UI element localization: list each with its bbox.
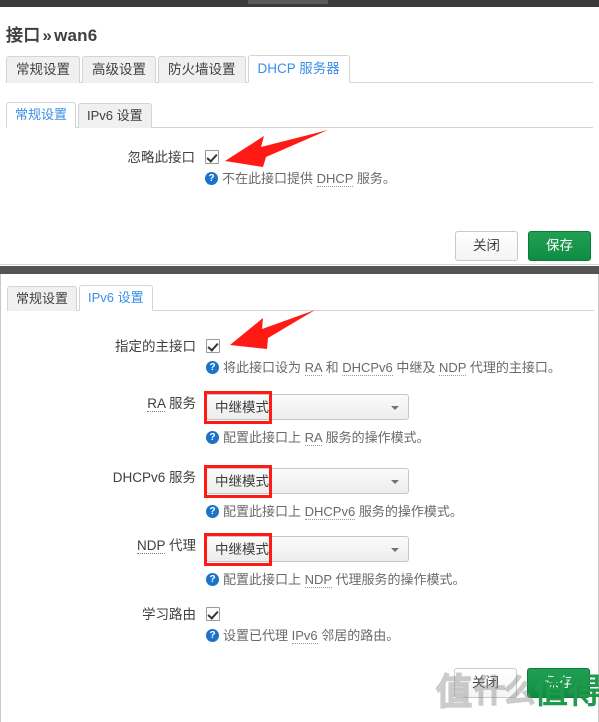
help-learn-routes: ? 设置已代理 IPv6 邻居的路由。 — [206, 627, 599, 644]
select-ndp-proxy-value: 中继模式 — [215, 542, 269, 557]
question-mark-icon: ? — [206, 573, 219, 586]
help-text-dhcpv6-service: 配置此接口上 DHCPv6 服务的操作模式。 — [223, 504, 463, 520]
secondary-tabbar-upper: 常规设置 IPv6 设置 — [6, 101, 593, 128]
top-page-seam — [0, 0, 599, 7]
breadcrumb-separator: » — [42, 26, 53, 45]
chevron-down-icon — [391, 406, 399, 410]
tab-advanced-settings[interactable]: 高级设置 — [82, 56, 156, 83]
upper-form-area: 忽略此接口 ? 不在此接口提供 DHCP 服务。 — [0, 148, 599, 187]
label-learn-routes: 学习路由 — [142, 607, 196, 622]
row-dhcpv6-service: DHCPv6 服务 中继模式 ? 配置此接口上 DHCPv6 服务的操作模式。 — [1, 465, 599, 520]
help-ignore-interface: ? 不在此接口提供 DHCP 服务。 — [205, 170, 599, 187]
tab-general-settings[interactable]: 常规设置 — [6, 56, 80, 83]
help-master-interface: ? 将此接口设为 RA 和 DHCPv6 中继及 NDP 代理的主接口。 — [206, 359, 599, 376]
help-ra-service: ? 配置此接口上 RA 服务的操作模式。 — [206, 429, 599, 446]
save-button-lower[interactable]: 保存 — [527, 668, 590, 698]
chevron-down-icon — [391, 480, 399, 484]
row-wrap-dhcpv6-service: DHCPv6 服务 中继模式 ? 配置此接口上 DHCPv6 服务的操作模式。 — [1, 465, 599, 520]
subtab-ipv6-settings-upper[interactable]: IPv6 设置 — [78, 103, 152, 128]
close-button-lower[interactable]: 关闭 — [454, 668, 517, 698]
upper-button-bar: 关闭 保存 — [455, 231, 591, 261]
page-title-prefix: 接口 — [6, 26, 41, 45]
tab-dhcp-server[interactable]: DHCP 服务器 — [247, 55, 350, 83]
help-text-ignore-interface: 不在此接口提供 DHCP 服务。 — [222, 170, 396, 187]
help-dhcpv6-service: ? 配置此接口上 DHCPv6 服务的操作模式。 — [206, 503, 599, 520]
field-master-interface: ? 将此接口设为 RA 和 DHCPv6 中继及 NDP 代理的主接口。 — [206, 337, 599, 376]
checkbox-ignore-interface[interactable] — [205, 149, 219, 164]
upper-capture-panel: 接口» wan6 常规设置 高级设置 防火墙设置 DHCP 服务器 常规设置 IP… — [0, 7, 599, 265]
field-ra-service: 中继模式 ? 配置此接口上 RA 服务的操作模式。 — [204, 391, 599, 446]
row-wrap-ndp-proxy: NDP 代理 中继模式 ? 配置此接口上 NDP 代理服务的操作模式。 — [1, 533, 599, 588]
primary-tabbar: 常规设置 高级设置 防火墙设置 DHCP 服务器 — [6, 55, 593, 83]
subtab-ipv6-settings-lower[interactable]: IPv6 设置 — [79, 285, 153, 311]
select-dhcpv6-service[interactable]: 中继模式 — [204, 465, 409, 498]
save-button-upper[interactable]: 保存 — [528, 231, 591, 261]
help-text-ra-service: 配置此接口上 RA 服务的操作模式。 — [223, 430, 430, 446]
row-ndp-proxy: NDP 代理 中继模式 ? 配置此接口上 NDP 代理服务的操作模式。 — [1, 533, 599, 588]
field-ndp-proxy: 中继模式 ? 配置此接口上 NDP 代理服务的操作模式。 — [204, 533, 599, 588]
select-ra-service[interactable]: 中继模式 — [204, 391, 409, 424]
capture-separator-band — [0, 266, 599, 274]
row-ignore-interface: 忽略此接口 ? 不在此接口提供 DHCP 服务。 — [0, 148, 599, 187]
question-mark-icon: ? — [206, 360, 219, 374]
question-mark-icon: ? — [206, 628, 219, 642]
field-learn-routes: ? 设置已代理 IPv6 邻居的路由。 — [206, 605, 599, 644]
field-ignore-interface: ? 不在此接口提供 DHCP 服务。 — [205, 148, 599, 187]
chevron-down-icon — [391, 548, 399, 552]
help-ndp-proxy: ? 配置此接口上 NDP 代理服务的操作模式。 — [206, 571, 599, 588]
close-button-upper[interactable]: 关闭 — [455, 231, 518, 261]
question-mark-icon: ? — [206, 431, 219, 444]
checkbox-learn-routes[interactable] — [206, 606, 220, 621]
help-text-master-interface: 将此接口设为 RA 和 DHCPv6 中继及 NDP 代理的主接口。 — [223, 359, 561, 376]
lower-button-bar: 关闭 保存 — [454, 668, 590, 698]
top-seam-nub — [248, 0, 328, 4]
checkbox-master-interface[interactable] — [206, 338, 220, 353]
label-dhcpv6-service: DHCPv6 服务 — [112, 470, 196, 485]
row-learn-routes: 学习路由 ? 设置已代理 IPv6 邻居的路由。 — [1, 605, 599, 644]
lower-capture-panel: 常规设置 IPv6 设置 指定的主接口 ? 将此接口设为 RA 和 DHCPv6… — [0, 274, 599, 722]
help-text-ndp-proxy: 配置此接口上 NDP 代理服务的操作模式。 — [223, 572, 466, 588]
row-master-interface: 指定的主接口 ? 将此接口设为 RA 和 DHCPv6 中继及 NDP 代理的主… — [1, 337, 599, 376]
row-wrap-learn-routes: 学习路由 ? 设置已代理 IPv6 邻居的路由。 — [1, 605, 599, 644]
question-mark-icon: ? — [205, 171, 218, 185]
page-title-interface-name: wan6 — [54, 26, 98, 45]
tab-firewall-settings[interactable]: 防火墙设置 — [158, 56, 246, 83]
row-ra-service: RA 服务 中继模式 ? 配置此接口上 RA 服务的操作模式。 — [1, 391, 599, 446]
label-master-interface: 指定的主接口 — [115, 339, 196, 354]
subtab-general-settings-lower[interactable]: 常规设置 — [7, 286, 78, 311]
page-title: 接口» wan6 — [6, 21, 97, 46]
label-ignore-interface: 忽略此接口 — [127, 150, 196, 165]
row-wrap-master-interface: 指定的主接口 ? 将此接口设为 RA 和 DHCPv6 中继及 NDP 代理的主… — [1, 337, 599, 376]
label-ra-service: RA 服务 — [147, 396, 196, 412]
select-ra-service-value: 中继模式 — [215, 400, 269, 415]
row-wrap-ra-service: RA 服务 中继模式 ? 配置此接口上 RA 服务的操作模式。 — [1, 391, 599, 446]
select-dhcpv6-service-value: 中继模式 — [215, 474, 269, 489]
help-text-learn-routes: 设置已代理 IPv6 邻居的路由。 — [223, 627, 400, 644]
field-dhcpv6-service: 中继模式 ? 配置此接口上 DHCPv6 服务的操作模式。 — [204, 465, 599, 520]
question-mark-icon: ? — [206, 505, 219, 518]
secondary-tabbar-lower: 常规设置 IPv6 设置 — [7, 284, 594, 311]
label-ndp-proxy: NDP 代理 — [136, 538, 196, 554]
screenshot-root: 接口» wan6 常规设置 高级设置 防火墙设置 DHCP 服务器 常规设置 IP… — [0, 0, 599, 722]
select-ndp-proxy[interactable]: 中继模式 — [204, 533, 409, 566]
subtab-general-settings-upper[interactable]: 常规设置 — [6, 102, 77, 128]
